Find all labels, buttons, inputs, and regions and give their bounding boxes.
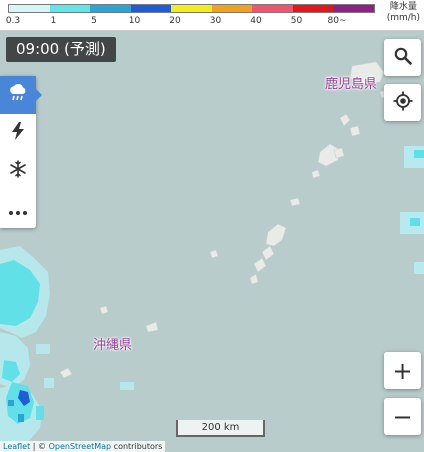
legend-swatch-3 [130, 5, 171, 12]
leaflet-link[interactable]: Leaflet [3, 442, 30, 451]
layer-switcher [0, 76, 42, 228]
legend-swatch-6 [252, 5, 293, 12]
attribution-contributors: contributors [111, 442, 163, 451]
zoom-out-button[interactable]: − [384, 398, 421, 435]
attribution-separator: | © [30, 442, 49, 451]
place-label-okinawa: 沖縄県 [93, 338, 133, 353]
search-button[interactable] [384, 39, 421, 76]
locate-icon [393, 91, 413, 115]
precipitation-legend: 0.3 1 5 10 20 30 40 50 80~ 降水量 (mm/h) [0, 0, 424, 31]
map-layer [0, 61, 424, 446]
snowflake-icon [9, 160, 27, 182]
legend-swatch-5 [211, 5, 252, 12]
legend-tick-label: 80~ [327, 16, 347, 26]
forecast-time-badge: 09:00 (予測) [6, 37, 116, 62]
legend-tick-label: 10 [128, 16, 141, 26]
more-icon [9, 200, 27, 219]
locate-button[interactable] [384, 84, 421, 121]
legend-tick-label: 5 [91, 16, 97, 26]
layer-rain-button[interactable] [0, 76, 42, 114]
osm-link[interactable]: OpenStreetMap [49, 442, 112, 451]
layer-snow-button[interactable] [0, 152, 36, 190]
lightning-icon [11, 122, 25, 144]
legend-tick-label: 1 [50, 16, 57, 26]
zoom-in-button[interactable]: + [384, 352, 421, 389]
legend-tick-label: 0.3 [5, 16, 21, 26]
legend-unit-value: (mm/h) [386, 13, 420, 23]
scale-bar: 200 km [176, 420, 265, 437]
layer-lightning-button[interactable] [0, 114, 36, 152]
search-icon [394, 47, 412, 69]
islands [59, 61, 389, 379]
layer-more-button[interactable] [0, 190, 36, 228]
place-label-kagoshima: 鹿児島県 [325, 77, 378, 92]
rain-cloud-icon [8, 83, 28, 106]
legend-swatch-4 [171, 5, 212, 12]
legend-unit-title: 降水量 [389, 2, 417, 12]
legend-swatch-1 [49, 5, 90, 12]
map-canvas[interactable] [0, 32, 424, 452]
legend-tick-label: 40 [250, 16, 262, 26]
legend-swatch-0 [9, 5, 50, 12]
legend-swatch-2 [90, 5, 131, 12]
legend-swatch-7 [292, 5, 333, 12]
legend-unit: 降水量 (mm/h) [387, 2, 420, 24]
legend-color-scale [8, 4, 375, 13]
legend-tick-label: 30 [209, 16, 222, 26]
legend-ticks: 0.3 1 5 10 20 30 40 50 80~ [0, 16, 424, 28]
legend-tick-label: 20 [169, 16, 181, 26]
map-attribution: Leaflet | © OpenStreetMap contributors [0, 441, 166, 452]
legend-swatch-8 [333, 5, 374, 12]
legend-tick-label: 50 [290, 16, 303, 26]
